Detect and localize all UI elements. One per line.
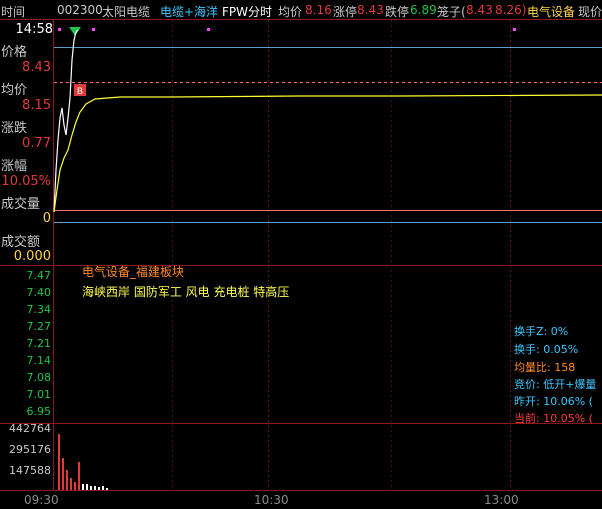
price-tick: 7.08 [26,371,52,384]
volume-bar [70,478,72,490]
price-tick: 7.14 [26,354,52,367]
volume-bar [62,458,64,490]
sector-annotation: 电气设备_福建板块 [82,265,185,279]
volume-bar [90,486,92,490]
volume-ratio: 均量比: 158 [514,361,576,374]
volume-bar [78,462,80,490]
auction-status: 竞价: 低开+爆量 [514,378,597,391]
volume-tick: 442764 [9,422,51,435]
price-tick: 6.95 [26,405,52,418]
avg-price-line [53,94,602,213]
volume-bar [86,484,88,490]
current-change: 当前: 10.05% ( [514,412,593,425]
event-marker [207,28,210,31]
volume-bar [58,434,60,490]
price-tick: 7.34 [26,303,52,316]
volume-value: 0 [42,211,51,226]
volume-bar [106,488,108,490]
pct-label: 涨幅 [1,159,28,174]
volume-tick: 295176 [9,443,51,456]
volume-label: 成交量 [1,197,41,212]
turnover: 换手: 0.05% [514,343,579,356]
change-value: 0.77 [22,136,51,151]
volume-bar [94,486,96,490]
cursor-time: 14:58 [15,22,53,37]
price-value: 8.43 [22,60,51,75]
avg-value: 8.15 [22,98,51,113]
price-tick: 7.40 [26,286,52,299]
event-marker [58,28,61,31]
prev-open: 昨开: 10.06% ( [514,395,593,408]
avg-label: 均价 [1,83,28,98]
volume-bar [74,482,76,490]
price-tick: 7.21 [26,337,52,350]
amount-value: 0.000 [13,249,51,264]
time-tick-0930: 09:30 [24,493,59,507]
volume-bar [102,486,104,490]
time-tick-1300: 13:00 [484,493,519,507]
price-tick: 7.01 [26,388,52,401]
volume-tick: 147588 [9,464,51,477]
volume-bar [98,487,100,490]
change-label: 涨跌 [1,121,28,136]
price-tick: 7.27 [26,320,52,333]
volume-bar [82,484,84,490]
time-tick-1030: 10:30 [254,493,289,507]
concept-annotation: 海峡西岸 国防军工 风电 充电桩 特高压 [82,285,290,299]
event-marker [92,28,95,31]
turnover-z: 换手Z: 0% [514,325,569,338]
event-marker [513,28,516,31]
volume-bars [58,434,108,490]
pct-value: 10.05% [1,174,51,189]
volume-bar [66,470,68,490]
buy-marker-text: B [77,86,83,96]
amount-label: 成交额 [1,235,41,250]
price-tick: 7.47 [26,269,52,282]
price-label: 价格 [1,45,28,60]
chart-area[interactable]: B [0,0,602,509]
